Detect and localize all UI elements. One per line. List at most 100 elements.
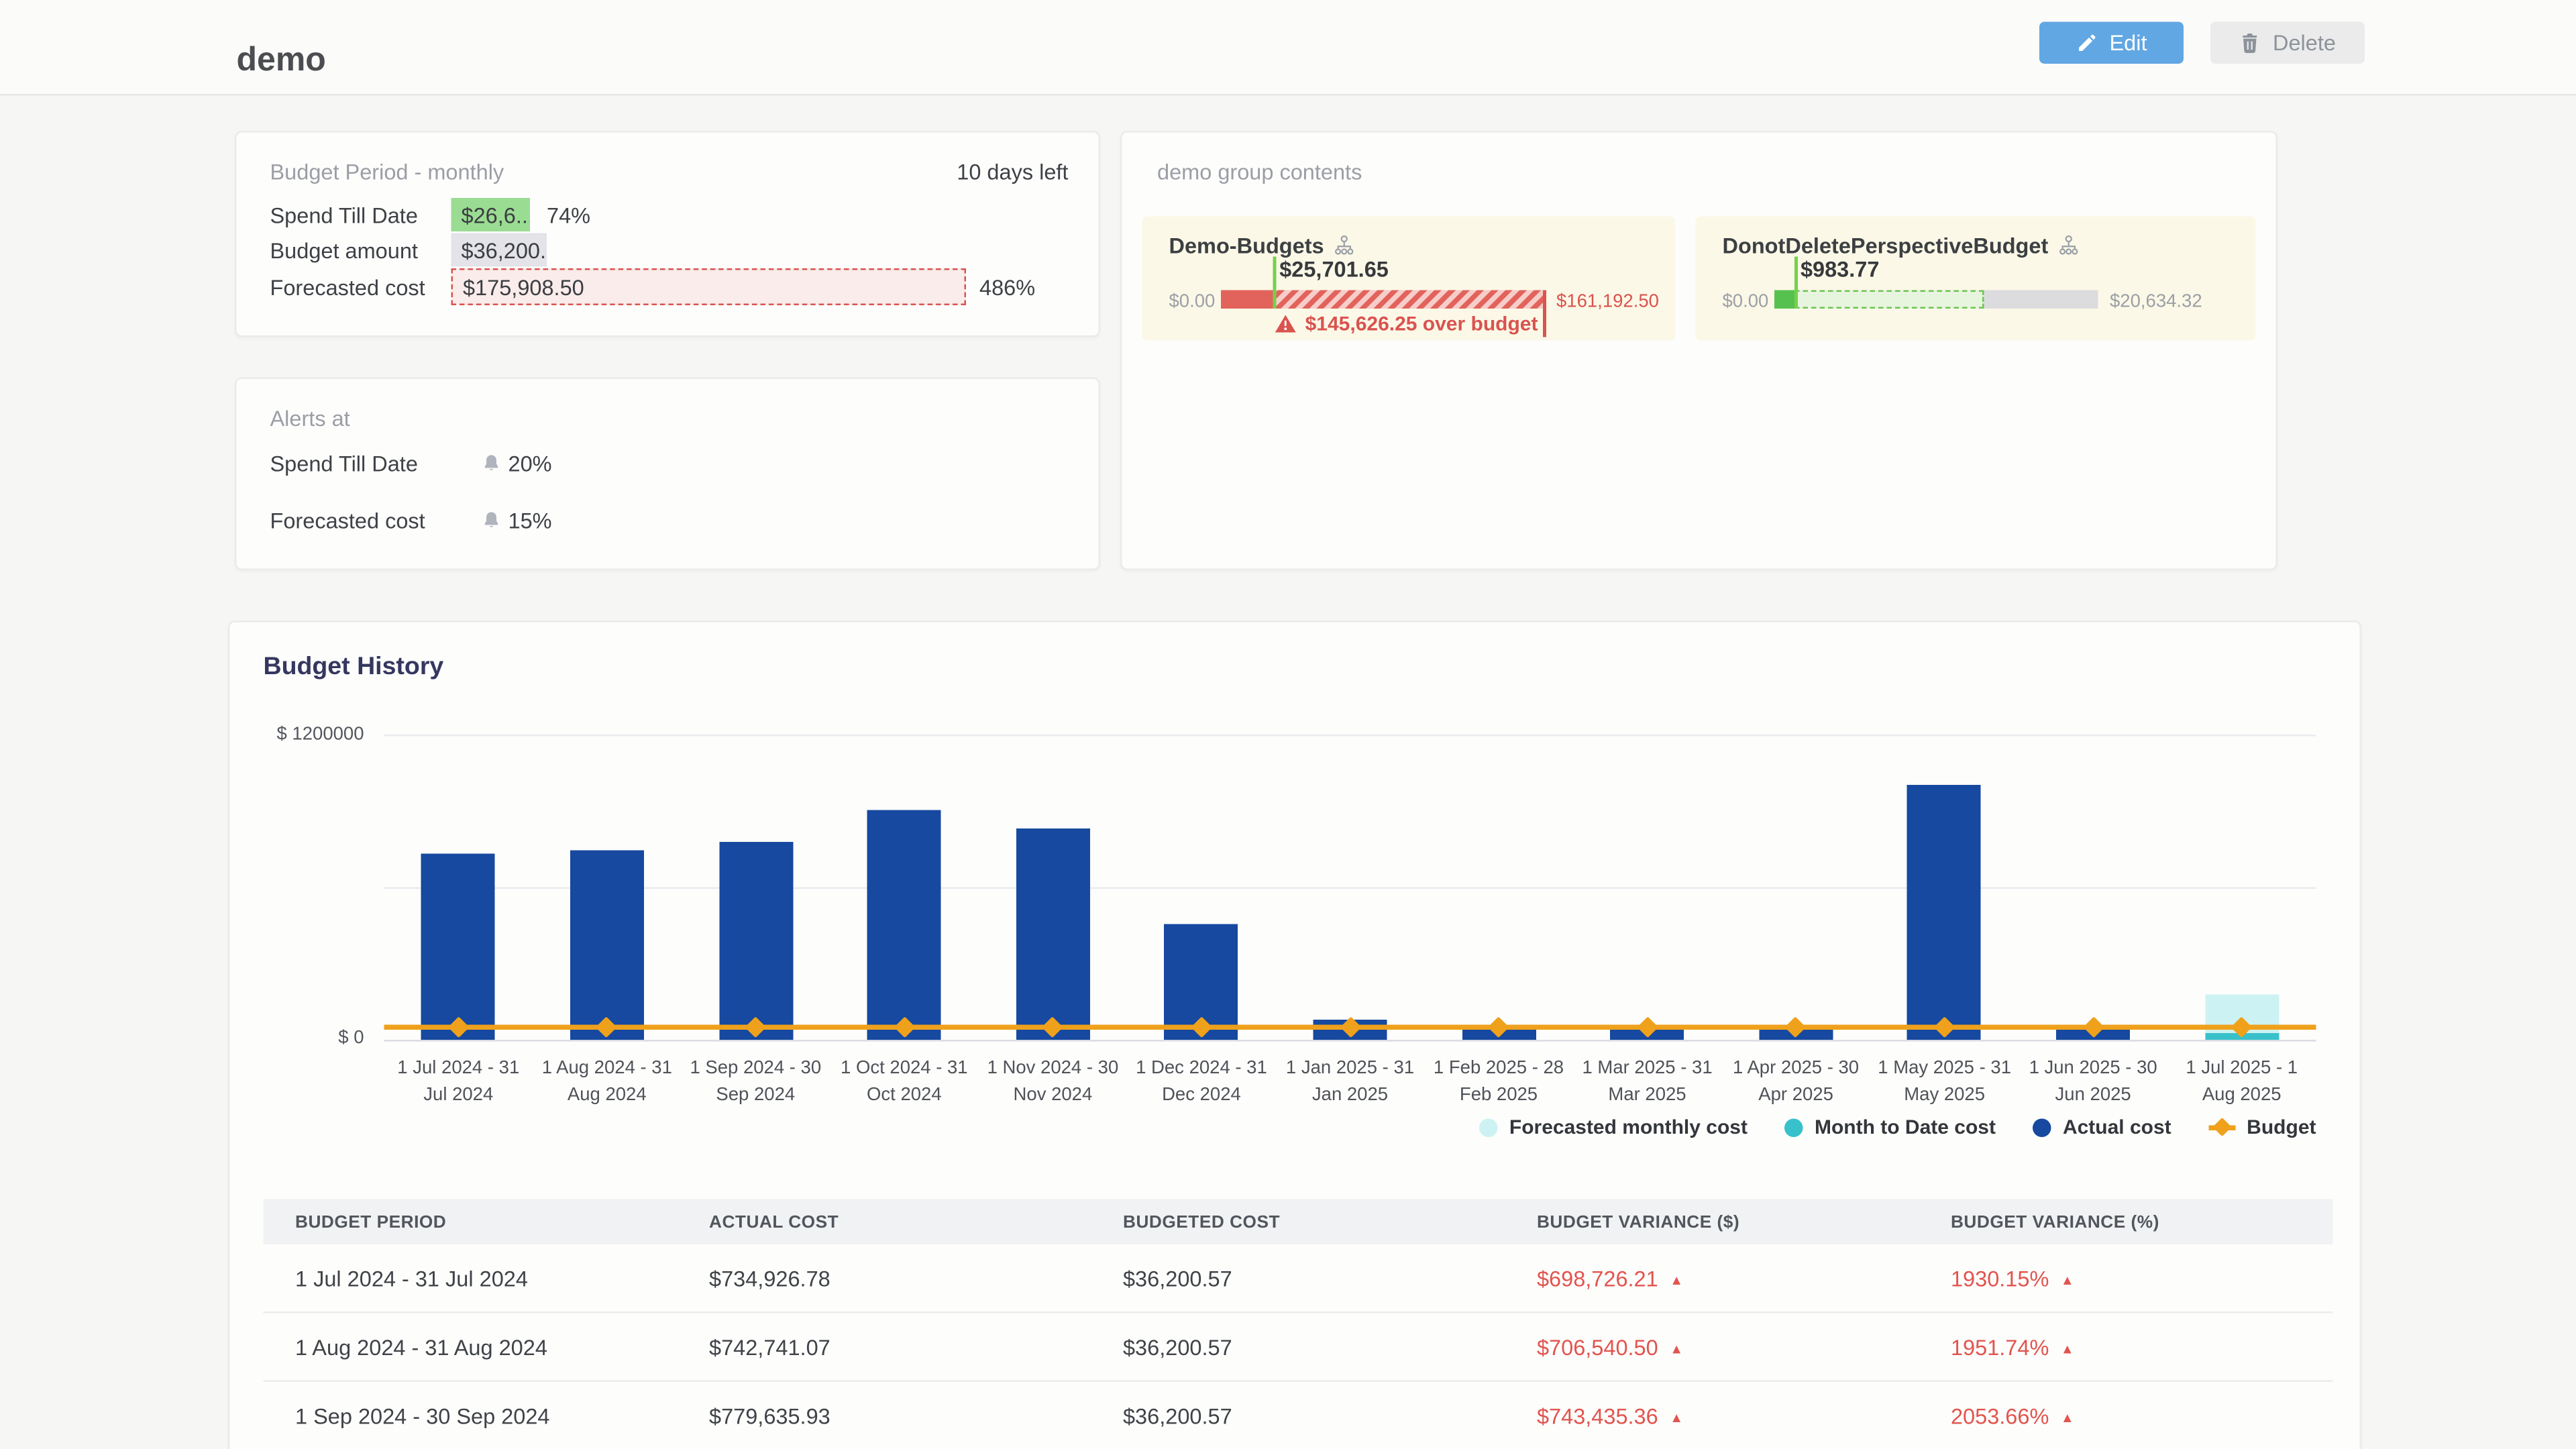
group-item-donotdelete[interactable]: DonotDeletePerspectiveBudget $0.00 $983.… [1696,217,2256,341]
budget-period-card: Budget Period - monthly 10 days left Spe… [235,131,1100,337]
forecasted-cost-label: Forecasted cost [270,275,425,301]
table-cell-variance_pct: 1930.15%▲ [1919,1265,2332,1291]
alert-row-forecast: Forecasted cost 15% [270,506,1065,533]
alert-spend-label: Spend Till Date [270,450,482,476]
table-cell-period: 1 Sep 2024 - 30 Sep 2024 [264,1403,678,1428]
range-end-label: $161,192.50 [1556,292,1659,312]
x-axis-label-1: 1 Aug 2024 - 31Aug 2024 [527,1057,688,1110]
legend-dot [1479,1118,1498,1136]
table-header-cell: BUDGET PERIOD [264,1212,678,1232]
spend-segment [1774,290,1794,309]
trash-icon [2239,32,2261,54]
spend-till-date-chip: $26,6... [451,198,531,231]
donotdelete-progress-bar [1774,290,2098,309]
legend-budget-marker [2208,1124,2235,1130]
bar-actual-0 [421,853,495,1040]
variance-up-icon: ▲ [2061,1341,2074,1356]
y-axis-max-label: $ 1200000 [260,724,364,745]
table-cell-variance: $743,435.36▲ [1505,1403,1919,1428]
budget-period-title: Budget Period - monthly [270,160,504,185]
alert-forecast-label: Forecasted cost [270,507,482,533]
spend-tick [1794,257,1797,309]
table-header-cell: BUDGET VARIANCE ($) [1505,1212,1919,1232]
budget-amount-label: Budget amount [270,238,418,264]
edit-button[interactable]: Edit [2039,22,2184,64]
current-spend-label: $983.77 [1801,257,1880,282]
table-cell-variance: $706,540.50▲ [1505,1334,1919,1360]
chart-legend: Forecasted monthly cost Month to Date cos… [1479,1116,2316,1139]
x-axis-label-4: 1 Nov 2024 - 30Nov 2024 [972,1057,1133,1110]
top-bar: demo Edit Delete [0,0,2576,96]
x-axis-label-0: 1 Jul 2024 - 31Jul 2024 [378,1057,539,1110]
range-end-label: $20,634.32 [2110,292,2202,312]
table-cell-period: 1 Aug 2024 - 31 Aug 2024 [264,1334,678,1360]
x-axis-label-11: 1 Jun 2025 - 30Jun 2025 [2012,1057,2174,1110]
table-cell-period: 1 Jul 2024 - 31 Jul 2024 [264,1265,678,1291]
hierarchy-icon[interactable] [2058,235,2080,257]
group-contents-title: demo group contents [1157,160,1362,185]
budget-history-table: BUDGET PERIODACTUAL COSTBUDGETED COSTBUD… [264,1199,2333,1449]
table-cell-budgeted: $36,200.57 [1091,1265,1505,1291]
edit-button-label: Edit [2109,30,2147,56]
legend-label: Forecasted monthly cost [1509,1116,1748,1139]
spend-till-date-percent: 74% [547,203,590,229]
spend-till-date-label: Spend Till Date [270,203,418,229]
variance-up-icon: ▲ [2061,1409,2074,1425]
over-budget-note: $145,626.25 over budget [1305,312,1538,335]
x-axis-label-9: 1 Apr 2025 - 30Apr 2025 [1715,1057,1876,1110]
table-cell-budgeted: $36,200.57 [1091,1334,1505,1360]
legend-item-actual-cost[interactable]: Actual cost [2033,1116,2171,1139]
bell-icon [482,510,502,530]
budget-history-plot: 1 Jul 2024 - 31Jul 20241 Aug 2024 - 31Au… [384,735,2316,1040]
table-cell-actual: $742,741.07 [677,1334,1091,1360]
page-title: demo [237,42,326,81]
group-contents-card: demo group contents Demo-Budgets $0.00 $… [1120,131,2277,570]
x-axis-label-12: 1 Jul 2025 - 1Aug 2025 [2161,1057,2322,1110]
table-cell-variance_pct: 1951.74%▲ [1919,1334,2332,1360]
legend-item-forecasted-monthly-cost[interactable]: Forecasted monthly cost [1479,1116,1748,1139]
table-body: 1 Jul 2024 - 31 Jul 2024$734,926.78$36,2… [264,1244,2333,1449]
bell-icon [482,453,502,473]
table-header-cell: ACTUAL COST [677,1212,1091,1232]
forecast-segment [1794,290,1985,309]
x-axis-label-6: 1 Jan 2025 - 31Jan 2025 [1270,1057,1431,1110]
table-header-row: BUDGET PERIODACTUAL COSTBUDGETED COSTBUD… [264,1199,2333,1245]
table-header-cell: BUDGETED COST [1091,1212,1505,1232]
hierarchy-icon[interactable] [1334,235,1356,257]
variance-up-icon: ▲ [1670,1409,1683,1425]
legend-budget-diamond [2212,1117,2231,1136]
spend-tick [1273,257,1276,309]
table-cell-budgeted: $36,200.57 [1091,1403,1505,1428]
legend-dot [2033,1118,2051,1136]
delete-button[interactable]: Delete [2210,22,2365,64]
legend-item-month-to-date-cost[interactable]: Month to Date cost [1784,1116,1996,1139]
gridline-0 [384,1040,2316,1042]
x-axis-label-5: 1 Dec 2024 - 31Dec 2024 [1121,1057,1282,1110]
bar-actual-4 [1016,829,1089,1040]
group-item-name: Demo-Budgets [1169,233,1324,259]
pencil-icon [2076,32,2098,54]
budget-history-title: Budget History [264,653,444,682]
bar-actual-10 [1908,785,1982,1040]
x-axis-label-8: 1 Mar 2025 - 31Mar 2025 [1567,1057,1728,1110]
table-header-cell: BUDGET VARIANCE (%) [1919,1212,2332,1232]
forecasted-cost-percent: 486% [979,275,1035,301]
group-item-demo-budgets[interactable]: Demo-Budgets $0.00 $25,701.65 $161,192.5… [1142,217,1676,341]
gridline-600000 [384,888,2316,890]
current-spend-label: $25,701.65 [1279,257,1389,282]
x-axis-label-3: 1 Oct 2024 - 31Oct 2024 [824,1057,985,1110]
legend-dot [1784,1118,1803,1136]
alert-spend-threshold: 20% [508,450,552,476]
range-start-label: $0.00 [1723,292,1769,312]
variance-up-icon: ▲ [1670,1341,1683,1356]
bar-actual-2 [718,841,792,1040]
table-cell-variance_pct: 2053.66%▲ [1919,1403,2332,1428]
legend-item-budget[interactable]: Budget [2208,1116,2316,1139]
table-row: 1 Sep 2024 - 30 Sep 2024$779,635.93$36,2… [264,1382,2333,1449]
legend-label: Budget [2247,1116,2316,1139]
spend-segment [1221,290,1273,309]
budget-detail-page: demo Edit Delete Budget Period - monthly… [0,0,2576,1449]
demo-budgets-progress-bar [1221,290,1545,309]
gridline-1200000 [384,735,2316,737]
alert-row-spend: Spend Till Date 20% [270,449,1065,476]
